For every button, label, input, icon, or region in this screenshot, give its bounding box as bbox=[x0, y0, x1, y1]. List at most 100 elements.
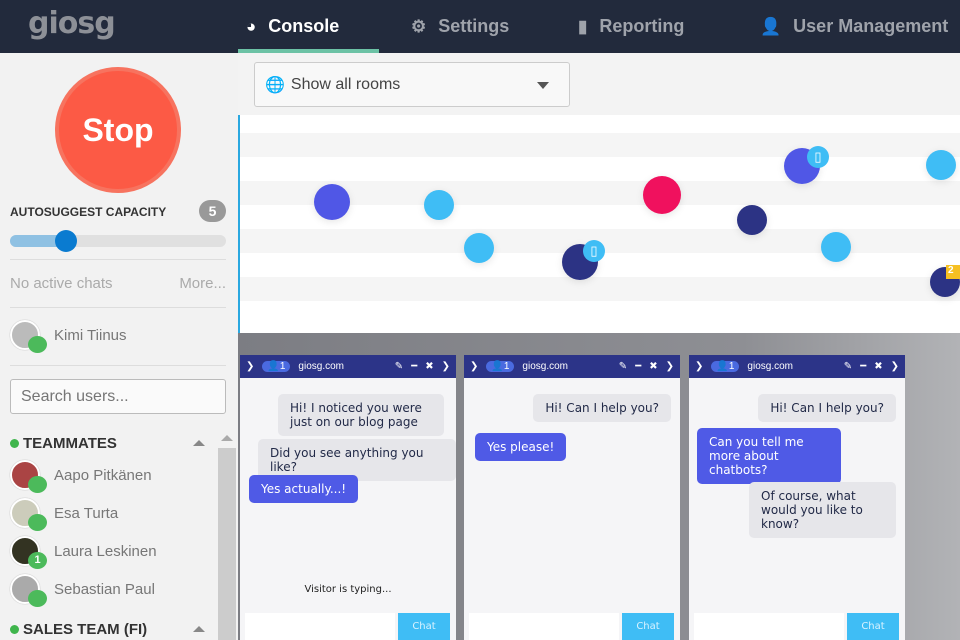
avatar bbox=[10, 460, 47, 493]
expand-icon[interactable]: ❯ bbox=[470, 361, 478, 372]
close-icon[interactable]: ✖ bbox=[649, 361, 657, 372]
tab-console[interactable]: ◕ Console bbox=[237, 0, 380, 53]
top-nav-bar: giosg ◕ Console ⚙ Settings ▮ Reporting 👤 Use… bbox=[0, 0, 960, 53]
typing-indicator: Visitor is typing... bbox=[304, 584, 392, 595]
minimize-icon[interactable]: ━ bbox=[635, 361, 641, 372]
user-name: Sebastian Paul bbox=[54, 580, 155, 598]
chat-window-header: ❯ 👤1 giosg.com ✎ ━ ✖ ❯ bbox=[240, 355, 456, 378]
tab-user-management[interactable]: 👤 User Management bbox=[760, 0, 948, 53]
user-name: Laura Leskinen bbox=[54, 542, 157, 560]
teammate-item[interactable]: Sebastian Paul bbox=[10, 574, 155, 607]
participants-badge: 👤1 bbox=[711, 361, 740, 372]
chat-status-icon bbox=[28, 476, 47, 493]
visitor-bubble[interactable] bbox=[737, 205, 767, 235]
next-icon[interactable]: ❯ bbox=[891, 361, 899, 372]
visitor-message: Can you tell me more about chatbots? bbox=[697, 428, 841, 484]
site-name: giosg.com bbox=[747, 361, 793, 372]
divider bbox=[10, 365, 226, 366]
scroll-up-icon[interactable] bbox=[221, 435, 233, 441]
avatar: 1 bbox=[10, 536, 47, 569]
tab-label: User Management bbox=[793, 16, 949, 36]
teammate-item[interactable]: 1 Laura Leskinen bbox=[10, 536, 157, 569]
mobile-icon: ▯ bbox=[807, 146, 829, 168]
teammate-item[interactable]: Esa Turta bbox=[10, 498, 119, 531]
close-icon[interactable]: ✖ bbox=[874, 361, 882, 372]
next-icon[interactable]: ❯ bbox=[442, 361, 450, 372]
slider-knob[interactable] bbox=[55, 230, 77, 252]
group-name: TEAMMATES bbox=[23, 435, 117, 452]
visitor-badge: 2 bbox=[946, 265, 960, 279]
edit-icon[interactable]: ✎ bbox=[619, 361, 627, 372]
minimize-icon[interactable]: ━ bbox=[411, 361, 417, 372]
room-select[interactable]: 🌐 Show all rooms bbox=[254, 62, 570, 107]
expand-icon[interactable]: ❯ bbox=[246, 361, 254, 372]
room-select-value: Show all rooms bbox=[290, 75, 401, 93]
mobile-icon: ▯ bbox=[583, 240, 605, 262]
avatar bbox=[10, 320, 47, 353]
operator-message: Hi! Can I help you? bbox=[758, 394, 896, 422]
globe-icon: 🌐 bbox=[265, 76, 285, 94]
chat-window: ❯ 👤1 giosg.com ✎ ━ ✖ ❯ Hi! I noticed you were … bbox=[240, 355, 456, 640]
avatar bbox=[10, 574, 47, 607]
group-teammates[interactable]: TEAMMATES bbox=[10, 435, 117, 452]
site-name: giosg.com bbox=[522, 361, 568, 372]
user-name: Aapo Pitkänen bbox=[54, 466, 152, 484]
stop-button[interactable]: Stop bbox=[55, 67, 181, 193]
group-name: SALES TEAM (FI) bbox=[23, 621, 148, 638]
divider bbox=[10, 259, 226, 260]
collapse-icon[interactable] bbox=[193, 440, 205, 446]
tab-reporting[interactable]: ▮ Reporting bbox=[578, 0, 684, 53]
visitor-bubble[interactable] bbox=[464, 233, 494, 263]
chat-input[interactable] bbox=[694, 613, 844, 640]
chat-input[interactable] bbox=[469, 613, 619, 640]
operator-message: Hi! I noticed you were just on our blog … bbox=[278, 394, 444, 436]
bar-chart-icon: ▮ bbox=[578, 16, 588, 36]
visitor-map: ▯ ▯ bbox=[238, 115, 960, 333]
visitor-bubble[interactable] bbox=[314, 184, 350, 220]
chat-send-button[interactable]: Chat bbox=[398, 613, 450, 640]
user-name: Kimi Tiinus bbox=[54, 326, 127, 344]
chat-window-header: ❯ 👤1 giosg.com ✎ ━ ✖ ❯ bbox=[464, 355, 680, 378]
chat-send-button[interactable]: Chat bbox=[622, 613, 674, 640]
chevron-down-icon bbox=[537, 82, 549, 89]
row-stripe bbox=[240, 277, 960, 301]
tab-settings[interactable]: ⚙ Settings bbox=[411, 0, 509, 53]
visitor-bubble[interactable] bbox=[821, 232, 851, 262]
chat-status-icon bbox=[28, 336, 47, 353]
visitor-message: Yes actually...! bbox=[249, 475, 359, 503]
user-name: Esa Turta bbox=[54, 504, 119, 522]
capacity-value: 5 bbox=[199, 200, 226, 222]
chat-status-icon bbox=[28, 590, 47, 607]
tab-label: Console bbox=[268, 16, 340, 36]
edit-icon[interactable]: ✎ bbox=[844, 361, 852, 372]
group-sales-team[interactable]: SALES TEAM (FI) bbox=[10, 621, 147, 638]
minimize-icon[interactable]: ━ bbox=[860, 361, 866, 372]
expand-icon[interactable]: ❯ bbox=[695, 361, 703, 372]
visitor-bubble[interactable] bbox=[926, 150, 956, 180]
close-icon[interactable]: ✖ bbox=[425, 361, 433, 372]
edit-icon[interactable]: ✎ bbox=[395, 361, 403, 372]
chat-input[interactable] bbox=[245, 613, 395, 640]
search-users-input[interactable] bbox=[10, 379, 226, 414]
chat-window: ❯ 👤1 giosg.com ✎ ━ ✖ ❯ Hi! Can I help you? Yes… bbox=[464, 355, 680, 640]
operator-message: Hi! Can I help you? bbox=[533, 394, 671, 422]
participants-badge: 👤1 bbox=[262, 361, 291, 372]
next-icon[interactable]: ❯ bbox=[666, 361, 674, 372]
sidebar: Stop AUTOSUGGEST CAPACITY 5 No active ch… bbox=[0, 53, 238, 640]
visitor-bubble[interactable] bbox=[424, 190, 454, 220]
teammate-item[interactable]: Aapo Pitkänen bbox=[10, 460, 152, 493]
row-stripe bbox=[240, 133, 960, 157]
chat-status-icon bbox=[28, 514, 47, 531]
chat-send-button[interactable]: Chat bbox=[847, 613, 899, 640]
gear-icon: ⚙ bbox=[411, 16, 427, 36]
more-link[interactable]: More... bbox=[179, 275, 226, 292]
operator-message: Of course, what would you like to know? bbox=[749, 482, 896, 538]
scrollbar[interactable] bbox=[218, 448, 236, 640]
visitor-bubble[interactable] bbox=[643, 176, 681, 214]
divider bbox=[10, 307, 226, 308]
giosg-logo[interactable]: giosg bbox=[28, 6, 116, 41]
capacity-slider[interactable] bbox=[10, 230, 226, 252]
participants-badge: 👤1 bbox=[486, 361, 515, 372]
collapse-icon[interactable] bbox=[193, 626, 205, 632]
current-user[interactable]: Kimi Tiinus bbox=[10, 320, 127, 353]
